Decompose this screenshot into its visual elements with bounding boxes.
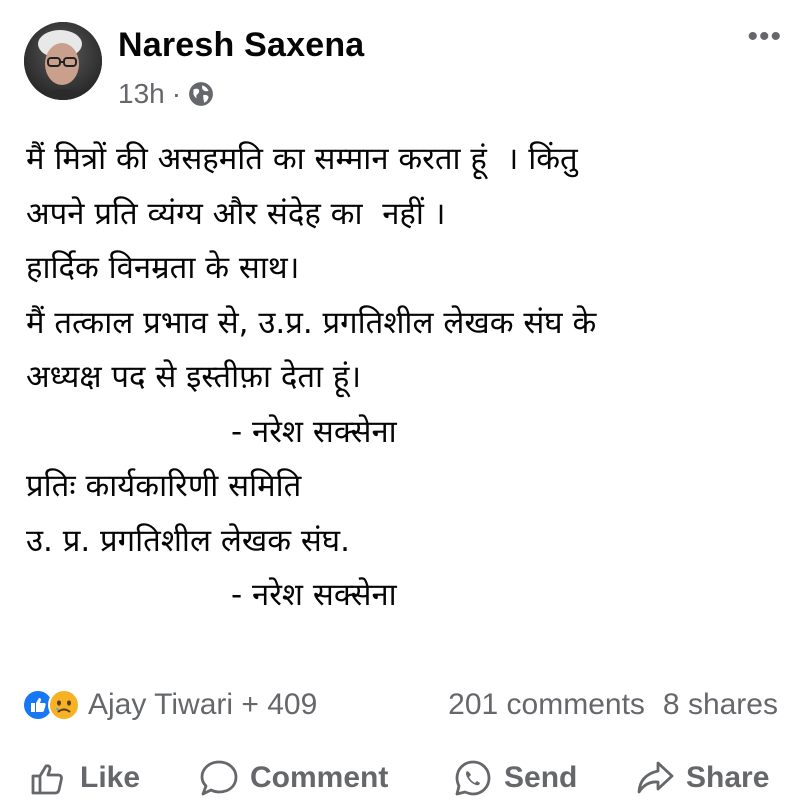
reactions-bar: Ajay Tiwari + 409 201 comments 8 shares [22, 682, 778, 728]
author-name[interactable]: Naresh Saxena [118, 26, 364, 65]
like-label: Like [80, 760, 141, 794]
globe-icon[interactable] [188, 81, 214, 107]
like-icon [31, 763, 63, 794]
post-line: उ. प्र. प्रगतिशील लेखक संघ. [26, 522, 350, 559]
post-signature: - नरेश सक्सेना [231, 577, 397, 613]
post-line: अपने प्रति व्यंग्य और संदेह का नहीं । [26, 195, 446, 232]
send-label: Send [504, 760, 578, 794]
share-label: Share [686, 760, 770, 794]
post-body: मैं मित्रों की असहमति का सम्मान करता हूं… [26, 132, 782, 623]
share-button[interactable]: Share [634, 757, 769, 799]
comments-count[interactable]: 201 comments [448, 688, 645, 722]
action-bar: Like Comment Send Share [0, 750, 802, 805]
whatsapp-icon [455, 760, 491, 795]
post-meta: 13h · [118, 78, 214, 110]
share-icon [637, 761, 674, 793]
send-button[interactable]: Send [452, 757, 577, 799]
post-line: मैं मित्रों की असहमति का सम्मान करता हूं… [26, 141, 578, 177]
meta-separator: · [171, 78, 182, 109]
shares-count[interactable]: 8 shares [663, 688, 778, 722]
reaction-summary[interactable]: Ajay Tiwari + 409 [88, 688, 317, 722]
post-line: हार्दिक विनम्रता के साथ। [26, 250, 300, 286]
comment-label: Comment [250, 760, 389, 794]
comment-button[interactable]: Comment [198, 757, 388, 799]
post-line: प्रतिः कार्यकारिणी समिति [26, 468, 302, 504]
post-time[interactable]: 13h [118, 78, 165, 110]
author-avatar[interactable] [24, 22, 102, 100]
post-signature: - नरेश सक्सेना [231, 413, 397, 450]
post-line: मैं तत्काल प्रभाव से, उ.प्र. प्रगतिशील ल… [26, 304, 597, 341]
sad-reaction-icon [48, 689, 80, 721]
post-line: अध्यक्ष पद से इस्तीफ़ा देता हूं। [26, 359, 362, 395]
reaction-icons[interactable] [22, 689, 80, 721]
more-icon[interactable]: ••• [747, 22, 782, 52]
like-button[interactable]: Like [28, 757, 140, 799]
comment-icon [200, 760, 238, 795]
